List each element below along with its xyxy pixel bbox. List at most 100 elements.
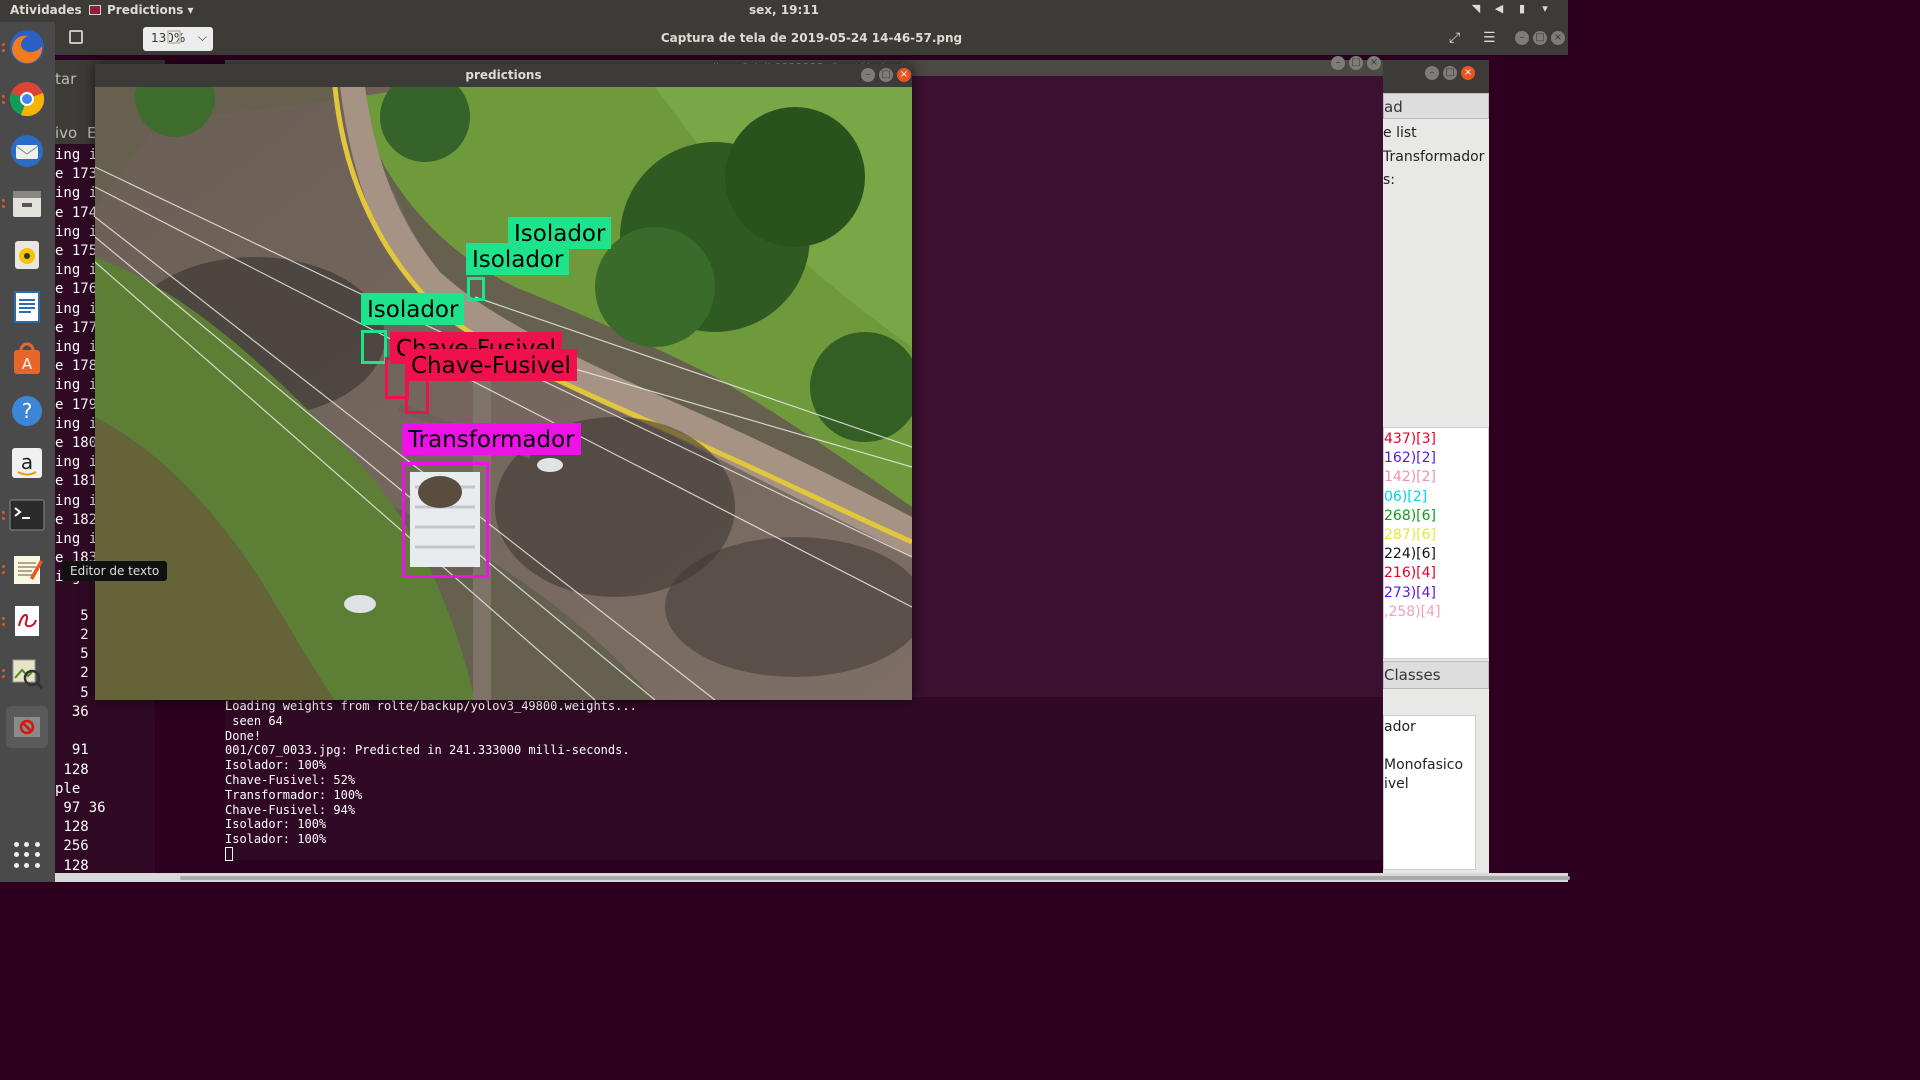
thunderbird-icon[interactable] (6, 130, 48, 172)
terminal-line: Done! (225, 728, 262, 743)
system-tray[interactable]: ◥ ◀ ▮ ▾ (1469, 2, 1552, 16)
color-list-item[interactable]: 224)[6] (1384, 545, 1488, 564)
svg-text:a: a (21, 450, 33, 474)
minimize-button[interactable]: – (1515, 31, 1529, 45)
maximize-button[interactable]: □ (1443, 66, 1457, 80)
fullscreen-icon[interactable]: ⤢ (1449, 30, 1460, 46)
color-list-item[interactable]: 273)[4] (1384, 584, 1488, 603)
terminal-line: Isolador: 100% (225, 832, 327, 847)
class-list[interactable]: ador Monofasico ivel (1383, 715, 1476, 870)
files-icon[interactable] (2, 182, 48, 224)
inner-window-controls: – □ × (1331, 56, 1381, 70)
aerial-photo (95, 87, 912, 700)
activities-button[interactable]: Atividades (10, 3, 82, 17)
terminal-icon[interactable] (2, 494, 48, 536)
color-list-item[interactable]: 162)[2] (1384, 449, 1488, 468)
minimize-button[interactable]: – (861, 68, 875, 82)
menu-item[interactable]: tar (55, 70, 76, 88)
bbox-color-list[interactable]: 437)[3] 162)[2] 142)[2] 06)[2] 268)[6] 287)[6… (1383, 427, 1489, 659)
app-menu[interactable]: Predictions ▾ (89, 3, 193, 17)
class-list-item[interactable]: ador (1384, 718, 1475, 737)
terminal-output[interactable]: Loading weights from rolte/backup/yolov3… (225, 697, 1383, 862)
terminal-line: Loading weights from rolte/backup/yolov3… (225, 699, 637, 713)
horizontal-scrollbar[interactable] (55, 873, 1570, 882)
classes-header: Classes (1383, 661, 1489, 689)
terminal-line: Chave-Fusivel: 52% (225, 772, 356, 787)
isolador-label: Isolador (466, 243, 570, 275)
panel-text: Transformador (1383, 149, 1485, 165)
maximize-button[interactable]: □ (1349, 56, 1363, 70)
dock: A ? a (0, 22, 55, 882)
panel-header: ad (1383, 93, 1489, 119)
chrome-icon[interactable] (2, 78, 48, 120)
hamburger-menu-icon[interactable]: ☰ (1483, 30, 1496, 46)
close-button[interactable]: × (897, 68, 911, 82)
libreoffice-writer-icon[interactable] (6, 286, 48, 328)
isolador-bounding-box (361, 330, 387, 364)
show-applications-button[interactable] (14, 842, 40, 868)
app-icon (89, 5, 101, 15)
right-window-titlebar: – □ × (1383, 60, 1489, 93)
color-list-item[interactable]: 06)[2] (1384, 488, 1488, 507)
chave-label: Chave-Fusivel (405, 349, 577, 381)
predictions-window: predictions – □ × Isolador Isolador Isol… (95, 64, 912, 700)
viewer-window-controls: – □ × (1515, 31, 1565, 45)
viewer-title: Captura de tela de 2019-05-24 14-46-57.p… (660, 31, 963, 45)
right-panel: ad e list Transformador s: 437)[3] 162)[2… (1383, 93, 1489, 873)
chevron-down-icon[interactable]: ▾ (1538, 2, 1552, 16)
text-editor-icon[interactable] (2, 548, 48, 590)
amazon-icon[interactable]: a (6, 442, 48, 484)
maximize-button[interactable]: □ (1533, 31, 1547, 45)
help-icon[interactable]: ? (6, 390, 48, 432)
close-button[interactable]: × (1367, 56, 1381, 70)
rhythmbox-icon[interactable] (6, 234, 48, 276)
panel-text: e list (1383, 125, 1417, 141)
color-list-item[interactable]: 216)[4] (1384, 564, 1488, 583)
minimize-button[interactable]: – (1425, 66, 1439, 80)
svg-text:A: A (22, 355, 33, 373)
transformador-label: Transformador (402, 423, 581, 455)
clock[interactable]: sex, 19:11 (0, 3, 1568, 17)
panel-text: s: (1383, 172, 1396, 188)
maximize-button[interactable]: □ (879, 68, 893, 82)
terminal-line: Transformador: 100% (225, 787, 363, 802)
terminal-line: Chave-Fusivel: 94% (225, 802, 356, 817)
class-list-item[interactable] (1384, 737, 1475, 756)
battery-icon[interactable]: ▮ (1515, 2, 1529, 16)
top-panel: Atividades Predictions ▾ sex, 19:11 ◥ ◀ … (0, 0, 1568, 22)
color-list-item[interactable]: 268)[6] (1384, 507, 1488, 526)
dock-tooltip: Editor de texto (62, 561, 168, 581)
predictions-image: IsoladorIsoladorIsoladorChave-FusivelCha… (95, 87, 912, 700)
predictions-title: predictions (95, 64, 912, 87)
right-window-controls: – □ × (1425, 66, 1475, 80)
software-center-icon[interactable]: A (6, 338, 48, 380)
terminal-line: Isolador: 100% (225, 817, 327, 832)
terminal-line: 001/C07_0033.jpg: Predicted in 241.33300… (225, 743, 630, 758)
close-button[interactable]: × (1551, 31, 1565, 45)
app-menu-label: Predictions (107, 3, 184, 17)
firefox-icon[interactable] (2, 26, 48, 68)
svg-text:?: ? (22, 399, 33, 423)
scrollbar-thumb[interactable] (180, 876, 1570, 880)
image-viewer-icon[interactable] (2, 652, 48, 694)
isolador-label: Isolador (361, 293, 465, 325)
transformador-bounding-box (402, 462, 489, 578)
blocked-app-icon[interactable] (6, 706, 48, 748)
minimize-button[interactable]: – (1331, 56, 1345, 70)
terminal-cursor (225, 847, 233, 862)
volume-icon[interactable]: ◀ (1492, 2, 1506, 16)
chevron-down-icon: ▾ (187, 3, 194, 17)
color-list-item[interactable]: 142)[2] (1384, 468, 1488, 487)
isolador-bounding-box (467, 277, 485, 301)
color-list-item[interactable]: 287)[6] (1384, 526, 1488, 545)
close-button[interactable]: × (1461, 66, 1475, 80)
color-list-item[interactable]: ,258)[4] (1384, 603, 1488, 622)
color-list-item[interactable]: 437)[3] (1384, 430, 1488, 449)
class-list-item[interactable]: Monofasico (1384, 756, 1475, 775)
class-list-item[interactable]: ivel (1384, 775, 1475, 794)
evince-icon[interactable] (2, 600, 48, 642)
menu-item[interactable]: ivo (55, 124, 77, 142)
wifi-icon[interactable]: ◥ (1469, 2, 1483, 16)
terminal-line: Isolador: 100% (225, 758, 327, 773)
terminal-line: seen 64 (225, 713, 283, 728)
